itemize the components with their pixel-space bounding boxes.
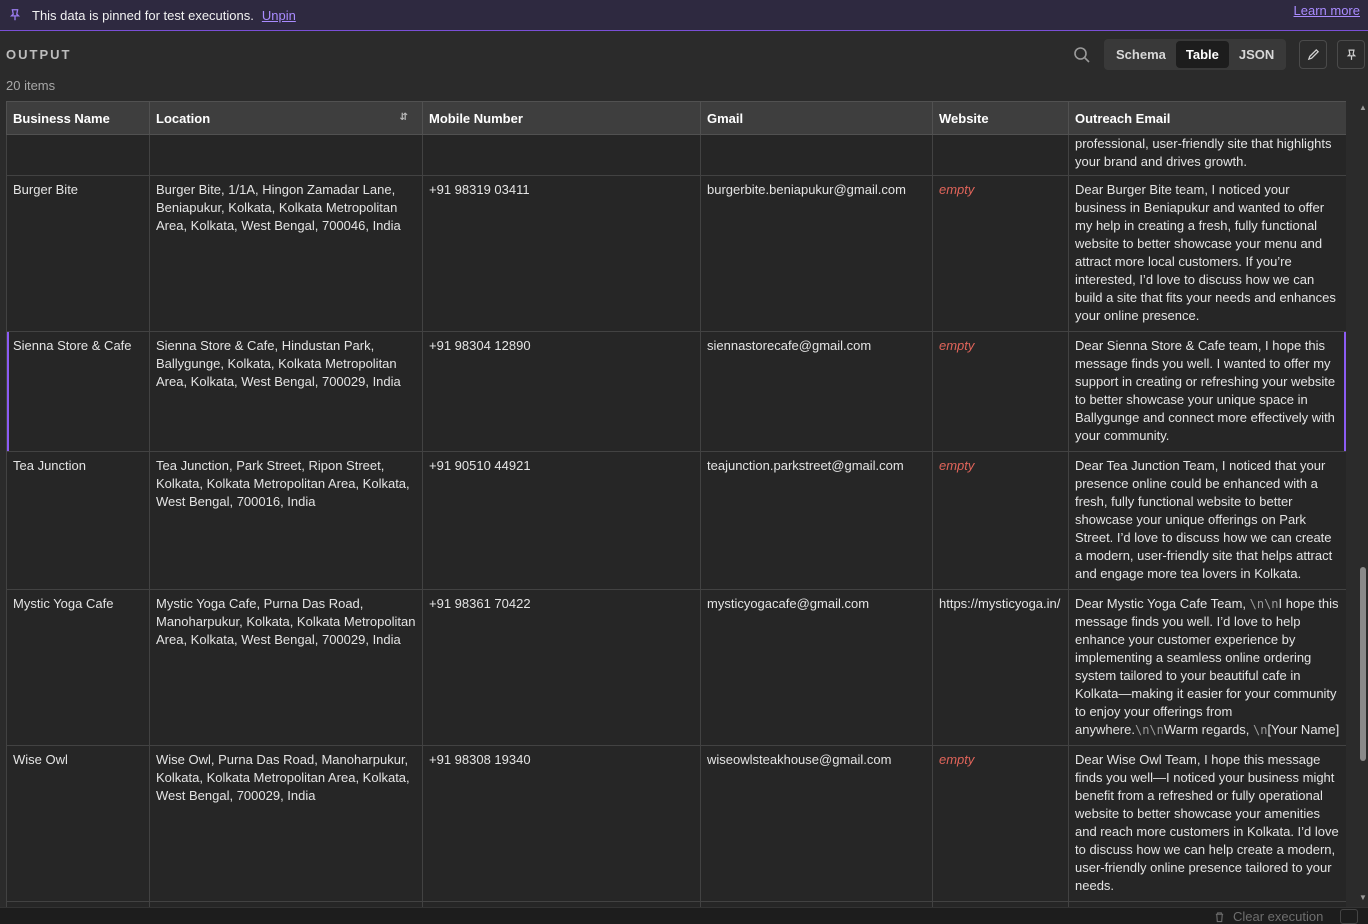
gmail-cell[interactable]: teajunction.parkstreet@gmail.com (700, 451, 933, 590)
clear-execution-label: Clear execution (1233, 909, 1324, 924)
location-cell[interactable]: Sienna Store & Cafe, Hindustan Park, Bal… (149, 331, 423, 452)
gmail-cell[interactable]: mysticyogacafe@gmail.com (700, 589, 933, 746)
tab-json[interactable]: JSON (1229, 41, 1284, 68)
column-header[interactable]: Website (932, 101, 1069, 135)
table-row[interactable]: Wise Owl Wise Owl, Purna Das Road, Manoha… (6, 745, 1346, 902)
business-name-cell[interactable]: Mystic Yoga Cafe (6, 589, 150, 746)
column-header[interactable]: Business Name (6, 101, 150, 135)
mobile-number-cell[interactable]: +91 90510 44921 (422, 451, 701, 590)
tab-schema[interactable]: Schema (1106, 41, 1176, 68)
item-count: 20 items (6, 78, 56, 93)
outreach-text: Dear Mystic Yoga Cafe Team, (1075, 596, 1250, 611)
table-row[interactable]: Mystic Yoga Cafe Mystic Yoga Cafe, Purna … (6, 589, 1346, 746)
location-cell[interactable]: Tea Junction, Park Street, Ripon Street,… (149, 451, 423, 590)
pin-icon (1346, 49, 1356, 60)
vertical-scrollbar[interactable]: ▲ ▼ (1358, 101, 1368, 907)
location-cell[interactable]: Wise Owl, Purna Das Road, Manoharpukur, … (149, 745, 423, 902)
escape-sequence: \n\n (1249, 597, 1279, 611)
outreach-email-cell[interactable]: Dear Mystic Yoga Cafe Team, \n\nI hope t… (1068, 589, 1346, 746)
pin-button[interactable] (1337, 40, 1365, 69)
edit-button[interactable] (1299, 40, 1327, 69)
gmail-cell[interactable]: burgerbite.beniapukur@gmail.com (700, 175, 933, 332)
mobile-number-cell[interactable]: +91 98304 12890 (422, 331, 701, 452)
outreach-text: I hope this message finds you well. I’d … (1075, 596, 1339, 737)
location-cell[interactable]: Burger Bite, 1/1A, Hingon Zamadar Lane, … (149, 175, 423, 332)
column-header[interactable]: Gmail (700, 101, 933, 135)
banner-message: This data is pinned for test executions. (32, 7, 254, 23)
column-header[interactable]: Mobile Number (422, 101, 701, 135)
business-name-cell[interactable]: Wise Owl (6, 745, 150, 902)
mobile-number-cell[interactable]: +91 98308 19340 (422, 745, 701, 902)
location-cell[interactable]: Mystic Yoga Cafe, Purna Das Road, Manoha… (149, 589, 423, 746)
output-table: Business Name Location ⇵ Mobile Number Gm… (6, 101, 1346, 907)
outreach-email-cell[interactable]: Dear Wise Owl Team, I hope this message … (1068, 745, 1346, 902)
scrollbar-thumb[interactable] (1360, 567, 1366, 761)
mobile-number-cell[interactable] (422, 134, 701, 176)
mobile-number-cell[interactable]: +91 98361 70422 (422, 589, 701, 746)
website-cell[interactable]: empty (932, 451, 1069, 590)
trash-icon (1215, 911, 1224, 922)
table-row[interactable]: Sienna Store & Cafe Sienna Store & Cafe, … (6, 331, 1346, 452)
table-row[interactable]: Burger Bite Burger Bite, 1/1A, Hingon Zam… (6, 175, 1346, 332)
website-cell[interactable]: empty (932, 175, 1069, 332)
view-mode-switch: Schema Table JSON (1104, 39, 1287, 70)
outreach-text: Warm regards, (1163, 722, 1253, 737)
business-name-cell[interactable]: Tea Junction (6, 451, 150, 590)
table-header-row: Business Name Location ⇵ Mobile Number Gm… (6, 101, 1346, 135)
outreach-email-cell[interactable]: Dear Sienna Store & Cafe team, I hope th… (1068, 331, 1346, 452)
outreach-email-cell[interactable]: Dear Tea Junction Team, I noticed that y… (1068, 451, 1346, 590)
tab-table[interactable]: Table (1175, 41, 1229, 68)
business-name-cell[interactable]: Sienna Store & Cafe (6, 331, 150, 452)
learn-more-link[interactable]: Learn more (1294, 3, 1360, 18)
collapse-panel-button[interactable] (1340, 909, 1358, 924)
gmail-cell[interactable] (700, 134, 933, 176)
pinned-data-banner: This data is pinned for test executions.… (0, 0, 1368, 31)
pencil-icon (1307, 48, 1319, 61)
footer-bar: Clear execution (0, 907, 1368, 924)
column-header[interactable]: Location ⇵ (149, 101, 423, 135)
output-header: OUTPUT 20 items Schema Table JSON (0, 32, 1368, 100)
column-header[interactable]: Outreach Email (1068, 101, 1346, 135)
scroll-down-icon[interactable]: ▼ (1359, 893, 1367, 902)
column-header-label: Location (156, 110, 211, 126)
escape-sequence: \n (1252, 723, 1268, 737)
outreach-email-cell[interactable]: professional, user-friendly site that hi… (1068, 134, 1346, 176)
website-cell[interactable]: https://mysticyoga.in/ (932, 589, 1069, 746)
outreach-email-cell[interactable]: Dear Burger Bite team, I noticed your bu… (1068, 175, 1346, 332)
outreach-text: [Your Name] (1267, 722, 1340, 737)
gmail-cell[interactable]: siennastorecafe@gmail.com (700, 331, 933, 452)
website-cell[interactable]: empty (932, 745, 1069, 902)
table-row[interactable]: professional, user-friendly site that hi… (6, 134, 1346, 176)
gmail-cell[interactable]: wiseowlsteakhouse@gmail.com (700, 745, 933, 902)
location-cell[interactable] (149, 134, 423, 176)
sort-icon[interactable]: ⇵ (400, 112, 408, 123)
clear-execution-button[interactable]: Clear execution (1214, 908, 1323, 924)
unpin-link[interactable]: Unpin (262, 8, 296, 23)
mobile-number-cell[interactable]: +91 98319 03411 (422, 175, 701, 332)
pin-icon (9, 9, 21, 21)
scroll-up-icon[interactable]: ▲ (1359, 103, 1367, 112)
search-icon[interactable] (1073, 46, 1091, 64)
table-row[interactable]: Tea Junction Tea Junction, Park Street, R… (6, 451, 1346, 590)
output-title: OUTPUT (6, 47, 72, 62)
website-cell[interactable] (932, 134, 1069, 176)
business-name-cell[interactable] (6, 134, 150, 176)
website-cell[interactable]: empty (932, 331, 1069, 452)
business-name-cell[interactable]: Burger Bite (6, 175, 150, 332)
escape-sequence: \n\n (1134, 723, 1164, 737)
